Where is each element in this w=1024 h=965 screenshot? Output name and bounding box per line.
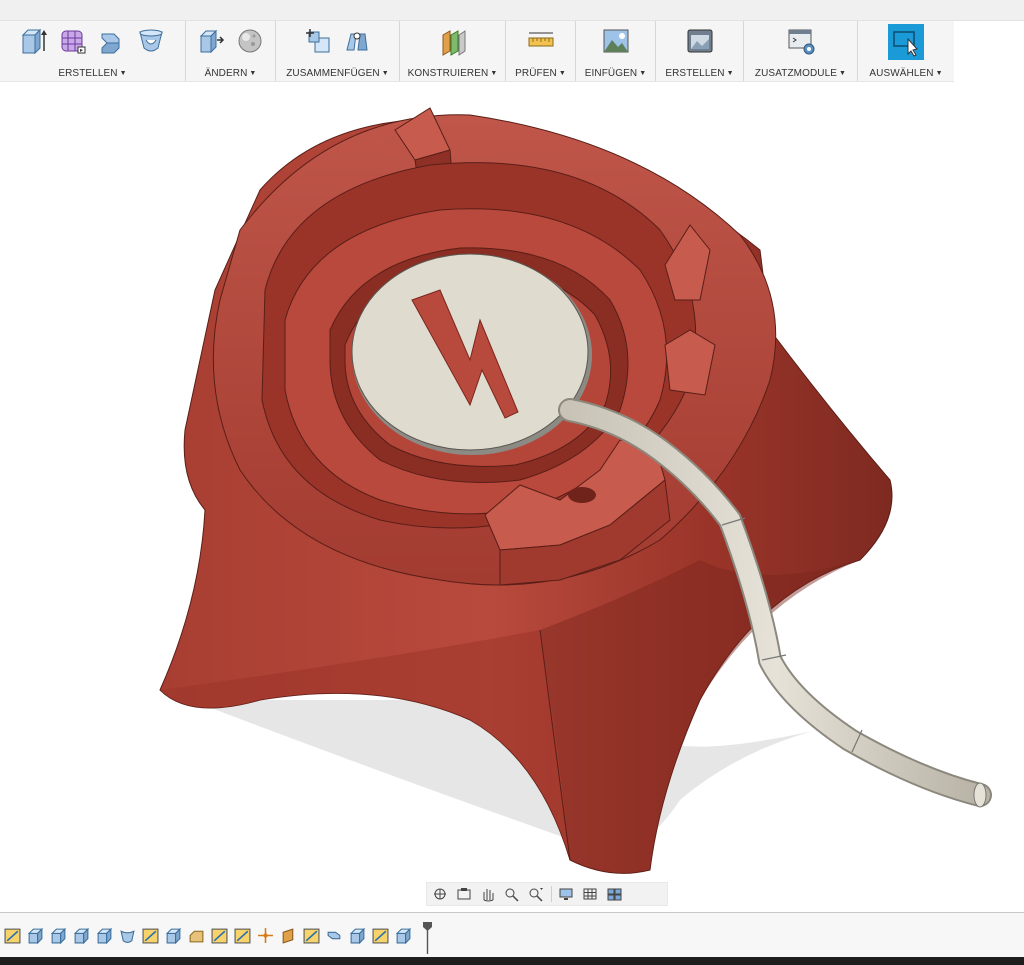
navigation-bar <box>426 882 668 906</box>
zoom-icon[interactable] <box>501 884 523 904</box>
timeline-extrude-icon[interactable] <box>49 926 67 944</box>
group-label[interactable]: ERSTELLEN ▼ <box>0 68 185 79</box>
group-label[interactable]: ZUSAMMENFÜGEN ▼ <box>276 68 399 79</box>
nav-divider <box>551 886 552 902</box>
fit-icon[interactable] <box>525 884 547 904</box>
select-icon[interactable] <box>888 24 924 60</box>
group-label[interactable]: ÄNDERN ▼ <box>186 68 275 79</box>
group-aendern: ÄNDERN ▼ <box>186 21 276 81</box>
pan-icon[interactable] <box>477 884 499 904</box>
canvas-viewport[interactable] <box>0 82 1024 910</box>
timeline-point-icon[interactable] <box>256 926 274 944</box>
group-label[interactable]: ZUSATZMODULE ▼ <box>744 68 857 79</box>
timeline-bar <box>0 912 1024 957</box>
group-pruefen: PRÜFEN ▼ <box>506 21 576 81</box>
timeline-extrude-icon[interactable] <box>72 926 90 944</box>
timeline-extrude-icon[interactable] <box>164 926 182 944</box>
timeline-sketch-icon[interactable] <box>210 926 228 944</box>
revolve-icon[interactable] <box>135 24 167 58</box>
timeline-extrude-icon[interactable] <box>394 926 412 944</box>
timeline-revolve-icon[interactable] <box>118 926 136 944</box>
press-pull-icon[interactable] <box>195 24 227 58</box>
timeline-marker[interactable] <box>423 922 432 954</box>
appearance-icon[interactable] <box>234 24 266 58</box>
group-label[interactable]: EINFÜGEN ▼ <box>576 68 655 79</box>
group-konstruieren: KONSTRUIEREN ▼ <box>400 21 506 81</box>
timeline-sketch-icon[interactable] <box>233 926 251 944</box>
ribbon-toolbar: ERSTELLEN ▼ ÄNDERN ▼ ZUSAMMENFÜGEN ▼ KON… <box>0 21 954 82</box>
joint-icon[interactable] <box>341 24 373 58</box>
timeline-sketch-icon[interactable] <box>141 926 159 944</box>
new-component-icon[interactable] <box>302 24 334 58</box>
grid-icon[interactable] <box>580 884 602 904</box>
timeline-sketch-icon[interactable] <box>302 926 320 944</box>
group-label[interactable]: PRÜFEN ▼ <box>506 68 575 79</box>
timeline-items <box>3 926 412 944</box>
taskbar-strip <box>0 957 1024 965</box>
timeline-sweep-icon[interactable] <box>325 926 343 944</box>
timeline-sketch-icon[interactable] <box>3 926 21 944</box>
group-label[interactable]: AUSWÄHLEN ▼ <box>858 68 954 79</box>
scripts-icon[interactable] <box>785 24 817 58</box>
group-zusammenfuegen: ZUSAMMENFÜGEN ▼ <box>276 21 400 81</box>
window-top-strip <box>0 0 1024 21</box>
group-label[interactable]: KONSTRUIEREN ▼ <box>400 68 505 79</box>
form-icon[interactable] <box>57 24 89 58</box>
group-label[interactable]: ERSTELLEN ▼ <box>656 68 743 79</box>
display-settings-icon[interactable] <box>556 884 578 904</box>
timeline-plane-icon[interactable] <box>279 926 297 944</box>
timeline-extrude-icon[interactable] <box>26 926 44 944</box>
sweep-icon[interactable] <box>96 24 128 58</box>
viewports-icon[interactable] <box>604 884 626 904</box>
look-at-icon[interactable] <box>453 884 475 904</box>
group-einfuegen: EINFÜGEN ▼ <box>576 21 656 81</box>
render-icon[interactable] <box>684 24 716 58</box>
timeline-extrude-icon[interactable] <box>348 926 366 944</box>
timeline-sketch-icon[interactable] <box>371 926 389 944</box>
group-auswaehlen: AUSWÄHLEN ▼ <box>858 21 954 81</box>
group-erstellen-render: ERSTELLEN ▼ <box>656 21 744 81</box>
offset-plane-icon[interactable] <box>437 24 469 58</box>
orbit-icon[interactable] <box>429 884 451 904</box>
group-erstellen: ERSTELLEN ▼ <box>0 21 186 81</box>
model-3d-render[interactable] <box>0 82 1024 910</box>
group-zusatzmodule: ZUSATZMODULE ▼ <box>744 21 858 81</box>
timeline-chamfer-icon[interactable] <box>187 926 205 944</box>
insert-image-icon[interactable] <box>600 24 632 58</box>
measure-icon[interactable] <box>525 24 557 58</box>
timeline-extrude-icon[interactable] <box>95 926 113 944</box>
extrude-icon[interactable] <box>18 24 50 58</box>
